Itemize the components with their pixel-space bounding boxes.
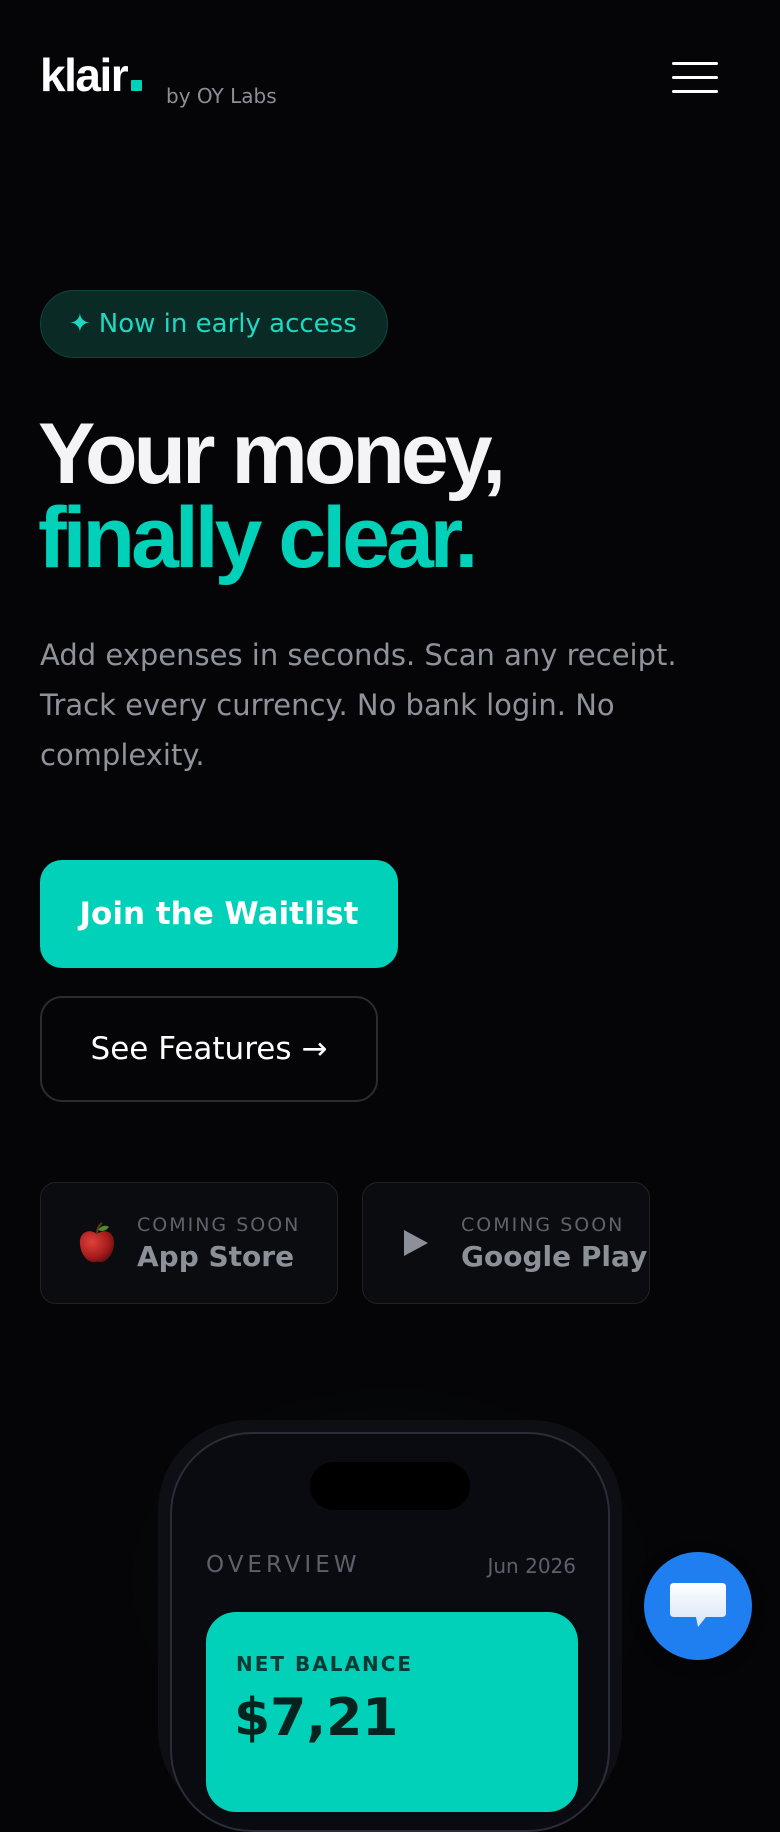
join-waitlist-button[interactable]: Join the Waitlist <box>40 860 398 968</box>
google-play-card[interactable]: COMING SOON Google Play <box>362 1182 650 1304</box>
see-features-label: See Features <box>90 1031 292 1067</box>
google-play-name: Google Play <box>461 1239 648 1273</box>
sparkle-icon: ✦ <box>69 309 91 339</box>
logo[interactable]: klair <box>40 49 143 101</box>
chat-bubble-icon[interactable] <box>644 1552 752 1660</box>
phone-notch <box>310 1462 470 1510</box>
google-play-coming-soon: COMING SOON <box>461 1213 625 1236</box>
app-store-card[interactable]: COMING SOON App Store <box>40 1182 338 1304</box>
badge-label: Now in early access <box>98 309 357 339</box>
early-access-badge: ✦ Now in early access <box>40 290 388 358</box>
overview-date: Jun 2026 <box>487 1554 576 1578</box>
net-balance-value: $7,21 <box>234 1688 399 1748</box>
play-icon <box>401 1223 431 1263</box>
headline-line-2: finally clear. <box>38 490 478 586</box>
net-balance-label: NET BALANCE <box>236 1652 414 1676</box>
arrow-right-icon: → <box>301 1031 328 1067</box>
see-features-button[interactable]: See Features → <box>40 996 378 1102</box>
overview-label: OVERVIEW <box>206 1552 361 1578</box>
apple-icon <box>77 1222 117 1263</box>
hero-lede: Add expenses in seconds. Scan any receip… <box>40 638 677 772</box>
net-balance-card: NET BALANCE $7,21 <box>206 1612 578 1812</box>
hero-headline: Your money, finally clear. <box>38 406 506 586</box>
site-header: klair by OY Labs <box>0 0 780 160</box>
byline: by OY Labs <box>166 84 277 108</box>
logo-dot <box>131 80 143 91</box>
app-store-name: App Store <box>137 1239 295 1273</box>
logo-text: klair <box>40 49 129 101</box>
phone-mockup: OVERVIEW Jun 2026 NET BALANCE $7,21 <box>170 1432 610 1832</box>
headline-line-1: Your money, <box>38 406 506 502</box>
app-store-coming-soon: COMING SOON <box>137 1213 301 1236</box>
hamburger-menu-icon[interactable] <box>672 60 718 96</box>
